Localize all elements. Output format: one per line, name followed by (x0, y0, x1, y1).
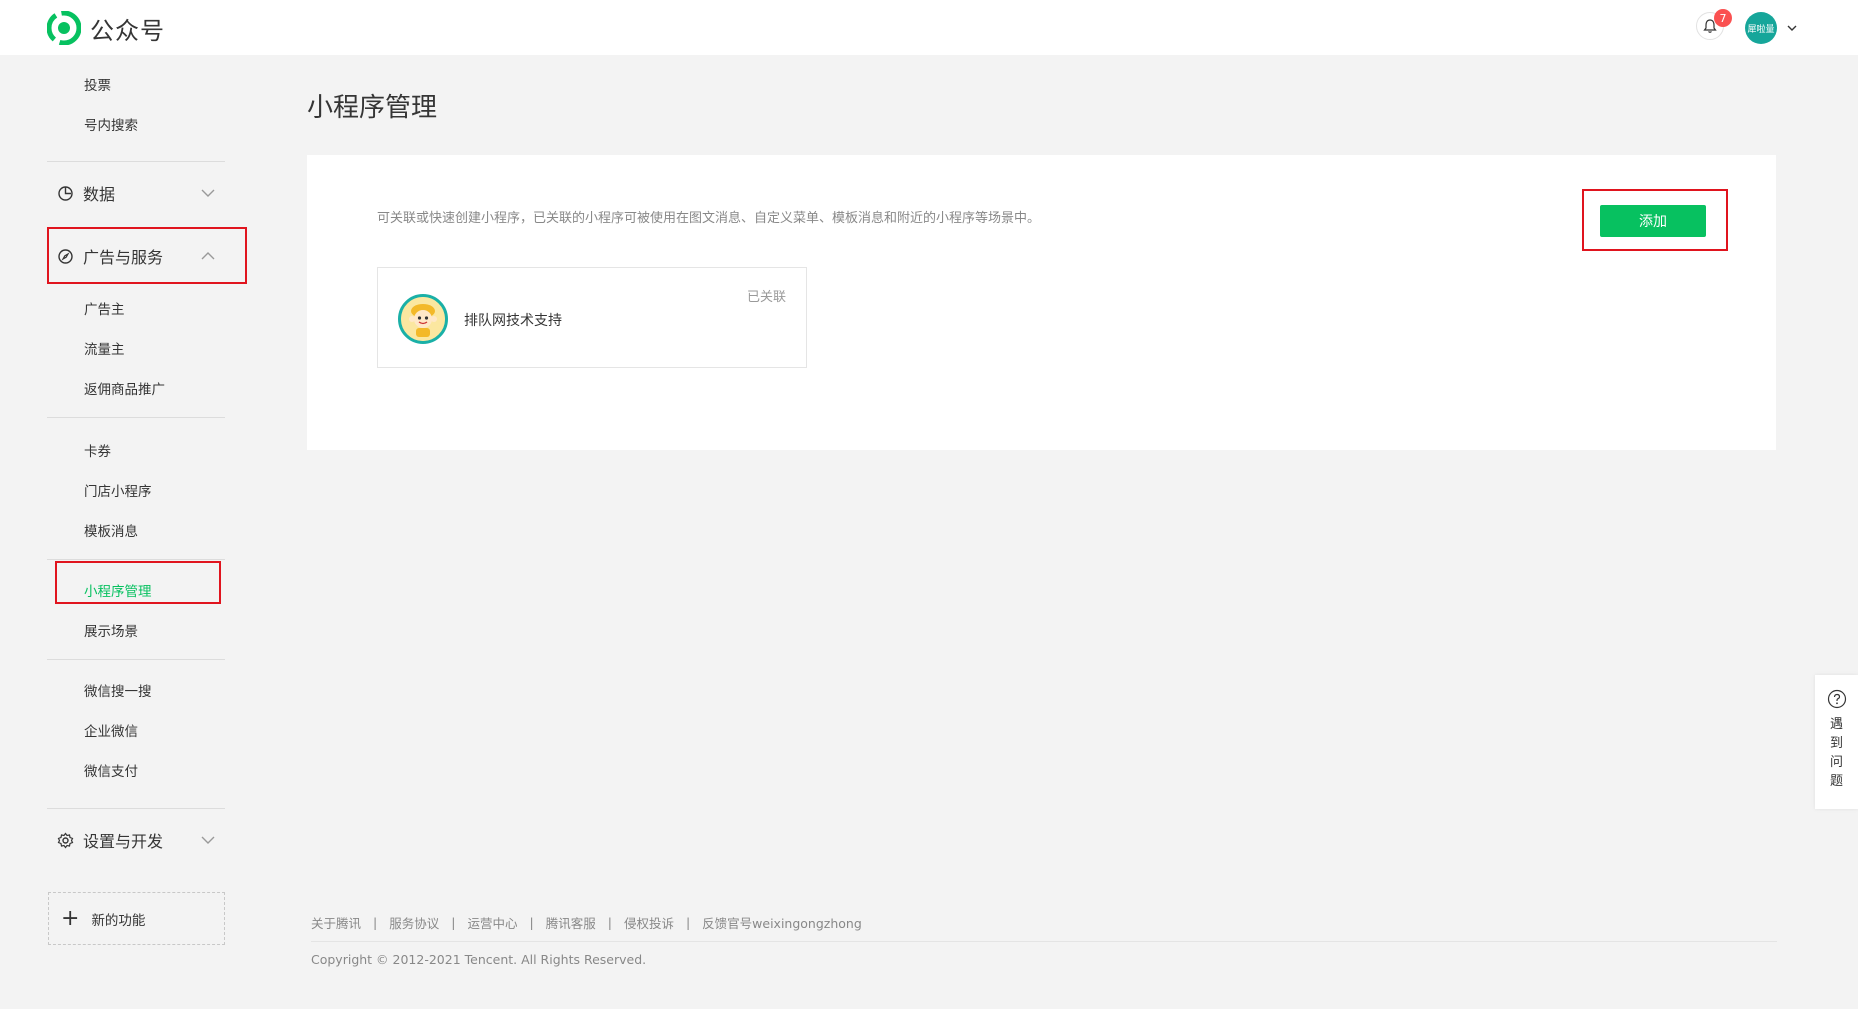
help-widget[interactable]: 遇到问题 (1815, 675, 1858, 809)
highlight-box-miniprogram-management (55, 561, 221, 604)
sidebar-item-coupons[interactable]: 卡券 (84, 440, 111, 460)
status-badge: 已关联 (746, 290, 786, 305)
footer-links: 关于腾讯 | 服务协议 | 运营中心 | 腾讯客服 | 侵权投诉 | 反馈官号w… (311, 913, 862, 932)
footer-link-operation-center[interactable]: 运营中心 (467, 913, 517, 932)
footer-link-about[interactable]: 关于腾讯 (311, 913, 361, 932)
sidebar-item-display-scenes[interactable]: 展示场景 (84, 620, 138, 640)
footer-separator: | (685, 915, 691, 930)
sidebar-item-commission-promo[interactable]: 返佣商品推广 (84, 378, 165, 398)
panel-description: 可关联或快速创建小程序，已关联的小程序可被使用在图文消息、自定义菜单、模板消息和… (377, 211, 1041, 226)
sidebar-item-wechat-pay[interactable]: 微信支付 (84, 760, 138, 780)
sidebar-item-wechat-search[interactable]: 微信搜一搜 (84, 680, 152, 700)
notification-badge: 7 (1714, 9, 1732, 27)
miniprogram-avatar (398, 294, 448, 344)
sidebar-group-label: 设置与开发 (83, 832, 164, 851)
miniprogram-card[interactable]: 排队网技术支持 已关联 (377, 267, 807, 368)
footer-separator: | (451, 915, 456, 930)
footer-link-feedback[interactable]: 反馈官号weixingongzhong (702, 913, 862, 932)
miniprogram-panel: 可关联或快速创建小程序，已关联的小程序可被使用在图文消息、自定义菜单、模板消息和… (307, 155, 1776, 450)
wechat-official-logo-icon (47, 11, 81, 45)
sidebar-item-publisher[interactable]: 流量主 (84, 338, 125, 358)
logo[interactable]: 公众号 (47, 10, 165, 46)
sidebar-item-store-miniprogram[interactable]: 门店小程序 (84, 480, 152, 500)
sidebar-item-vote[interactable]: 投票 (84, 74, 111, 94)
footer-separator: | (529, 915, 534, 930)
footer-separator: | (373, 915, 378, 930)
account-avatar[interactable]: 犀啦量 (1745, 12, 1777, 44)
logo-text: 公众号 (90, 16, 165, 45)
sidebar-divider (47, 161, 225, 162)
page-title: 小程序管理 (307, 93, 438, 123)
chevron-down-icon[interactable] (200, 832, 216, 848)
pie-chart-icon (58, 185, 73, 201)
new-feature-label: 新的功能 (91, 912, 146, 929)
new-feature-button[interactable]: + 新的功能 (48, 892, 225, 945)
help-label: 遇到问题 (1829, 717, 1843, 789)
highlight-box-ads-group (47, 227, 247, 284)
footer-link-infringement[interactable]: 侵权投诉 (624, 913, 674, 932)
gear-icon (57, 832, 74, 848)
footer-separator: | (607, 915, 612, 930)
top-bar: 公众号 7 犀啦量 (0, 0, 1858, 55)
sidebar-item-template-message[interactable]: 模板消息 (84, 520, 138, 540)
footer-link-customer-service[interactable]: 腾讯客服 (546, 913, 596, 932)
sidebar-item-advertiser[interactable]: 广告主 (84, 298, 125, 318)
footer-divider (311, 941, 1777, 942)
sidebar-group-label: 数据 (83, 185, 116, 204)
copyright: Copyright © 2012-2021 Tencent. All Right… (311, 952, 647, 967)
sidebar-divider (47, 808, 225, 809)
question-icon (1827, 689, 1846, 709)
sidebar-group-data[interactable]: 数据 (57, 181, 115, 205)
sidebar-item-wecom[interactable]: 企业微信 (84, 720, 138, 740)
chevron-down-icon[interactable] (1786, 22, 1798, 34)
chevron-down-icon[interactable] (200, 185, 216, 201)
highlight-box-add-button (1582, 189, 1728, 251)
plus-icon: + (61, 905, 80, 931)
sidebar-divider (47, 659, 225, 660)
mascot-icon (401, 297, 445, 341)
footer-link-service-agreement[interactable]: 服务协议 (389, 913, 439, 932)
sidebar-divider (47, 559, 225, 560)
miniprogram-name: 排队网技术支持 (464, 313, 562, 329)
sidebar-divider (47, 417, 225, 418)
sidebar-item-account-search[interactable]: 号内搜索 (84, 114, 138, 134)
sidebar-group-settings-dev[interactable]: 设置与开发 (57, 828, 163, 852)
